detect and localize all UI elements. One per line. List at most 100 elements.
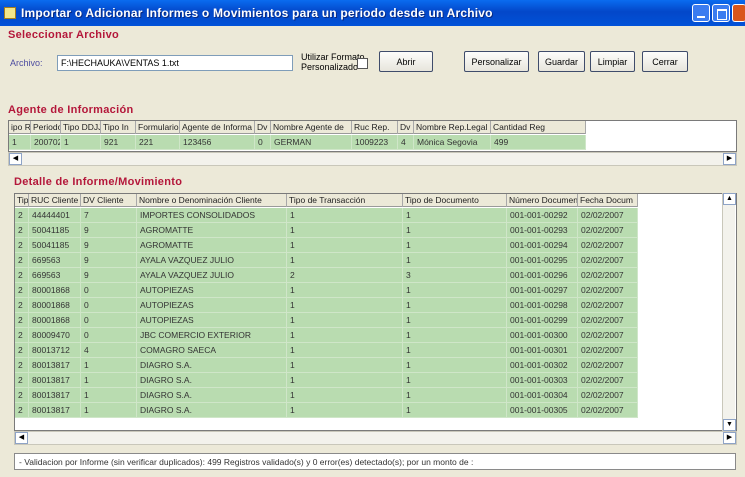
- table-cell: 001-001-00301: [507, 343, 578, 358]
- table-row[interactable]: 2 80001868 0 AUTOPIEZAS 1 1 001-001-00299 02/02…: [15, 313, 638, 328]
- table-cell: 9: [81, 253, 137, 268]
- scroll-right-icon[interactable]: ▶: [723, 432, 736, 444]
- table-cell: 221: [136, 135, 180, 150]
- scroll-up-icon[interactable]: ▲: [723, 193, 736, 205]
- table-cell: 0: [81, 298, 137, 313]
- detail-column-header[interactable]: Tipo de Transacción: [287, 194, 403, 207]
- table-cell: AYALA VAZQUEZ JULIO: [137, 268, 287, 283]
- save-button[interactable]: Guardar: [538, 51, 585, 72]
- table-row[interactable]: 2 50041185 9 AGROMATTE 1 1 001-001-00293 02/02/…: [15, 223, 638, 238]
- close-button[interactable]: Cerrar: [642, 51, 688, 72]
- table-cell: 669563: [29, 253, 81, 268]
- table-cell: 9: [81, 268, 137, 283]
- table-cell: JBC COMERCIO EXTERIOR: [137, 328, 287, 343]
- table-cell: 02/02/2007: [578, 388, 638, 403]
- table-cell: 2: [15, 238, 29, 253]
- agent-column-header[interactable]: Formulario: [136, 121, 180, 134]
- table-cell: 1: [403, 313, 507, 328]
- table-cell: 2: [15, 403, 29, 418]
- table-row[interactable]: 2 80013817 1 DIAGRO S.A. 1 1 001-001-00304 02/0…: [15, 388, 638, 403]
- detail-hscrollbar[interactable]: ◀ ▶: [14, 431, 737, 445]
- scroll-left-icon[interactable]: ◀: [15, 432, 28, 444]
- agent-column-header[interactable]: Periodo: [31, 121, 61, 134]
- table-cell: 2: [15, 343, 29, 358]
- title-bar[interactable]: Importar o Adicionar Informes o Movimien…: [0, 0, 745, 26]
- agent-column-header[interactable]: Dv: [398, 121, 414, 134]
- custom-format-checkbox[interactable]: [357, 58, 368, 69]
- table-cell: 1: [287, 253, 403, 268]
- table-cell: DIAGRO S.A.: [137, 358, 287, 373]
- custom-format-label-line2: Personalizado: [301, 62, 359, 72]
- detail-vscrollbar[interactable]: ▲ ▼: [722, 193, 736, 431]
- table-cell: AUTOPIEZAS: [137, 298, 287, 313]
- table-cell: 2: [15, 388, 29, 403]
- detail-column-header[interactable]: Nombre o Denominación Cliente: [137, 194, 287, 207]
- agent-column-header[interactable]: Dv: [255, 121, 271, 134]
- detail-column-header[interactable]: DV Cliente: [81, 194, 137, 207]
- table-cell: 1: [287, 283, 403, 298]
- table-cell: 1: [81, 388, 137, 403]
- table-row[interactable]: 2 50041185 9 AGROMATTE 1 1 001-001-00294 02/02/…: [15, 238, 638, 253]
- detail-column-header[interactable]: RUC Cliente: [29, 194, 81, 207]
- agent-column-header[interactable]: Tipo In: [101, 121, 136, 134]
- table-row[interactable]: 2 669563 9 AYALA VAZQUEZ JULIO 2 3 001-001-002…: [15, 268, 638, 283]
- table-row[interactable]: 2 80001868 0 AUTOPIEZAS 1 1 001-001-00298 02/02…: [15, 298, 638, 313]
- table-row[interactable]: 2 80001868 0 AUTOPIEZAS 1 1 001-001-00297 02/02…: [15, 283, 638, 298]
- detail-column-header[interactable]: Tipo de Documento: [403, 194, 507, 207]
- agent-column-header[interactable]: Agente de Informa: [180, 121, 255, 134]
- select-file-title: Seleccionar Archivo: [8, 29, 120, 41]
- custom-format-label: Utilizar Formato Personalizado: [301, 52, 365, 72]
- table-cell: 02/02/2007: [578, 298, 638, 313]
- table-cell: 2: [15, 268, 29, 283]
- table-cell: 1: [403, 328, 507, 343]
- table-cell: 1: [287, 358, 403, 373]
- agent-grid[interactable]: ipo RePeriodoTipo DDJJTipo InFormularioA…: [8, 120, 737, 152]
- close-window-icon[interactable]: [732, 4, 745, 22]
- customize-button[interactable]: Personalizar: [464, 51, 529, 72]
- table-cell: 02/02/2007: [578, 223, 638, 238]
- table-row[interactable]: 2 669563 9 AYALA VAZQUEZ JULIO 1 1 001-001-002…: [15, 253, 638, 268]
- table-row[interactable]: 2 80013712 4 COMAGRO SAECA 1 1 001-001-00301 02…: [15, 343, 638, 358]
- agent-column-header[interactable]: Nombre Agente de: [271, 121, 352, 134]
- table-row[interactable]: 2 44444401 7 IMPORTES CONSOLIDADOS 1 1 001-001…: [15, 208, 638, 223]
- agent-column-header[interactable]: Tipo DDJJ: [61, 121, 101, 134]
- table-cell: AYALA VAZQUEZ JULIO: [137, 253, 287, 268]
- table-cell: 80009470: [29, 328, 81, 343]
- detail-grid-header: TipoRUC ClienteDV ClienteNombre o Denomi…: [15, 194, 638, 207]
- table-cell: 1: [403, 358, 507, 373]
- table-row[interactable]: 2 80013817 1 DIAGRO S.A. 1 1 001-001-00303 02/0…: [15, 373, 638, 388]
- agent-column-header[interactable]: Cantidad Reg: [491, 121, 586, 134]
- clear-button[interactable]: Limpiar: [590, 51, 635, 72]
- table-row[interactable]: 2 80013817 1 DIAGRO S.A. 1 1 001-001-00305 02/0…: [15, 403, 638, 418]
- table-cell: 1: [81, 403, 137, 418]
- detail-column-header[interactable]: Tipo: [15, 194, 29, 207]
- file-path-input[interactable]: [57, 55, 293, 71]
- table-cell: 3: [403, 268, 507, 283]
- detail-column-header[interactable]: Número Document: [507, 194, 578, 207]
- agent-column-header[interactable]: Nombre Rep.Legal: [414, 121, 491, 134]
- minimize-icon[interactable]: [692, 4, 710, 22]
- table-cell: AUTOPIEZAS: [137, 283, 287, 298]
- agent-column-header[interactable]: Ruc Rep.: [352, 121, 398, 134]
- scroll-left-icon[interactable]: ◀: [9, 153, 22, 165]
- table-cell: 001-001-00298: [507, 298, 578, 313]
- table-cell: 1009223: [352, 135, 398, 150]
- table-cell: 80001868: [29, 283, 81, 298]
- table-cell: 1: [287, 343, 403, 358]
- table-cell: 80013817: [29, 358, 81, 373]
- scroll-right-icon[interactable]: ▶: [723, 153, 736, 165]
- table-cell: 02/02/2007: [578, 313, 638, 328]
- table-row[interactable]: 2 80013817 1 DIAGRO S.A. 1 1 001-001-00302 02/0…: [15, 358, 638, 373]
- detail-column-header[interactable]: Fecha Docum: [578, 194, 638, 207]
- table-row[interactable]: 2 80009470 0 JBC COMERCIO EXTERIOR 1 1 001-001…: [15, 328, 638, 343]
- detail-grid[interactable]: TipoRUC ClienteDV ClienteNombre o Denomi…: [14, 193, 737, 431]
- maximize-icon[interactable]: [712, 4, 730, 22]
- table-cell: 2: [15, 223, 29, 238]
- table-row[interactable]: 1 200702 1 921 221 123456 0 GERMAN 1009223 4 Mónic…: [9, 135, 586, 150]
- table-cell: 1: [287, 208, 403, 223]
- agent-hscrollbar[interactable]: ◀ ▶: [8, 152, 737, 166]
- scroll-down-icon[interactable]: ▼: [723, 419, 736, 431]
- agent-column-header[interactable]: ipo Re: [9, 121, 31, 134]
- table-cell: 9: [81, 238, 137, 253]
- open-button[interactable]: Abrir: [379, 51, 433, 72]
